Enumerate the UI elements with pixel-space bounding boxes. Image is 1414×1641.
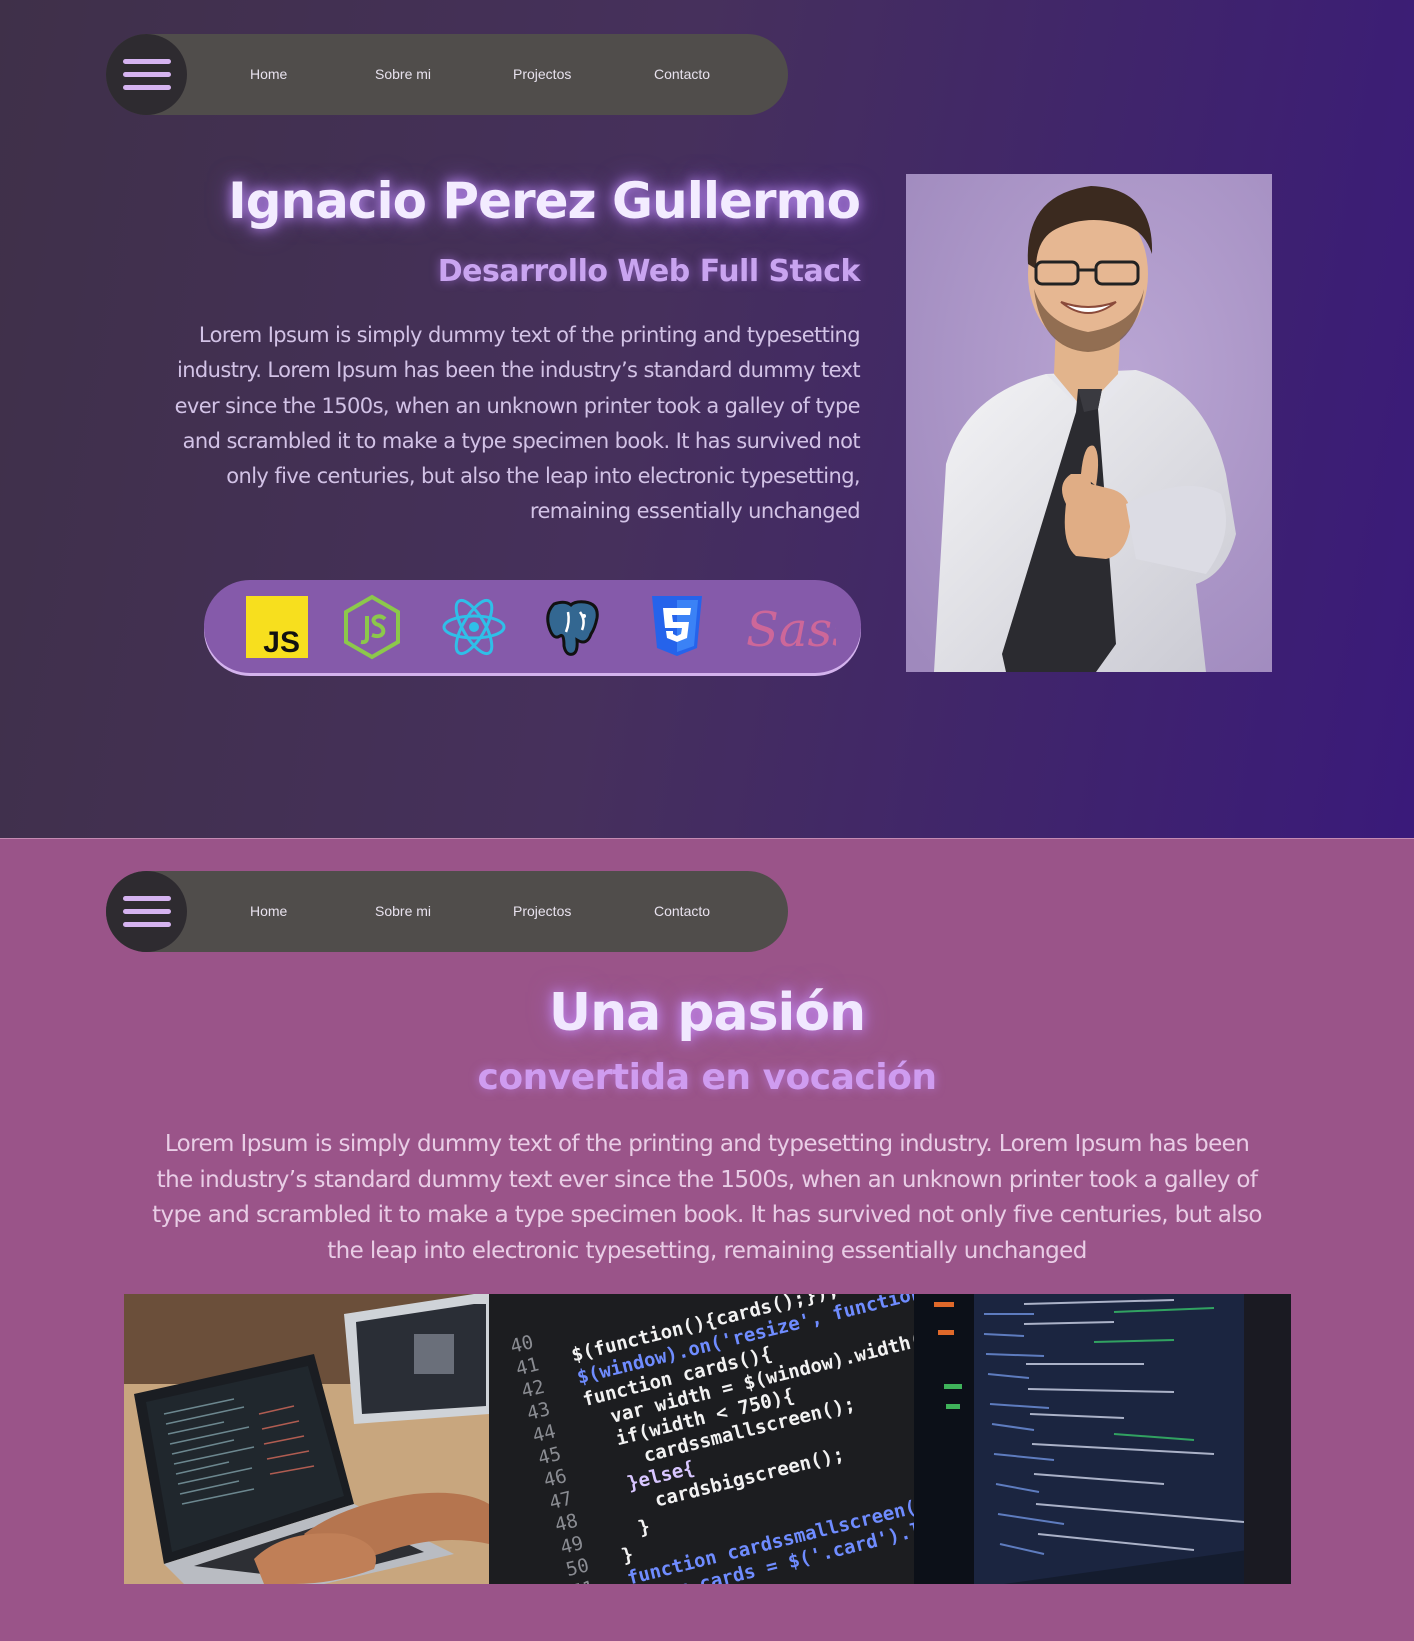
nav-link-contacto[interactable]: Contacto (654, 34, 710, 115)
nav-link-home[interactable]: Home (250, 871, 287, 952)
nav-link-sobre-mi[interactable]: Sobre mi (375, 871, 431, 952)
svg-text:JS: JS (263, 626, 300, 659)
postgresql-icon (540, 594, 606, 660)
hero-title: Ignacio Perez Gullermo (228, 172, 861, 230)
about-description: Lorem Ipsum is simply dummy text of the … (152, 1131, 1262, 1265)
image-gallery: 40 41 $(function(){cards();}); 42 $(windo… (124, 1294, 1291, 1584)
sass-icon: Sass (744, 594, 857, 660)
nav-link-sobre-mi[interactable]: Sobre mi (375, 34, 431, 115)
svg-text:Sass: Sass (746, 602, 836, 658)
profile-photo (906, 174, 1272, 672)
menu-icon[interactable] (106, 871, 187, 952)
menu-icon[interactable] (106, 34, 187, 115)
nav-link-projectos[interactable]: Projectos (513, 871, 571, 952)
main-nav: Home Sobre mi Projectos Contacto (106, 34, 788, 115)
code-editor-text: 40 41 $(function(){cards();}); 42 $(windo… (497, 1294, 914, 1584)
about-subtitle: convertida en vocación (477, 1057, 937, 1098)
hero-description: Lorem Ipsum is simply dummy text of the … (174, 323, 861, 524)
hero-section: Home Sobre mi Projectos Contacto Ignacio… (0, 0, 1414, 838)
gallery-image-laptop (124, 1294, 489, 1584)
nodejs-icon (339, 594, 405, 660)
secondary-nav: Home Sobre mi Projectos Contacto (106, 871, 788, 952)
hero-subtitle: Desarrollo Web Full Stack (437, 254, 861, 289)
gallery-image-monitor (914, 1294, 1291, 1584)
javascript-icon: JS (244, 594, 310, 660)
about-title: Una pasión (548, 983, 866, 1043)
nav-link-contacto[interactable]: Contacto (654, 871, 710, 952)
tech-stack-strip: JS Sas (204, 580, 861, 673)
nav-link-projectos[interactable]: Projectos (513, 34, 571, 115)
css3-icon (644, 594, 710, 660)
gallery-image-code: 40 41 $(function(){cards();}); 42 $(windo… (489, 1294, 914, 1584)
about-section: Home Sobre mi Projectos Contacto Una pas… (0, 838, 1414, 1641)
nav-link-home[interactable]: Home (250, 34, 287, 115)
react-icon (441, 594, 507, 660)
